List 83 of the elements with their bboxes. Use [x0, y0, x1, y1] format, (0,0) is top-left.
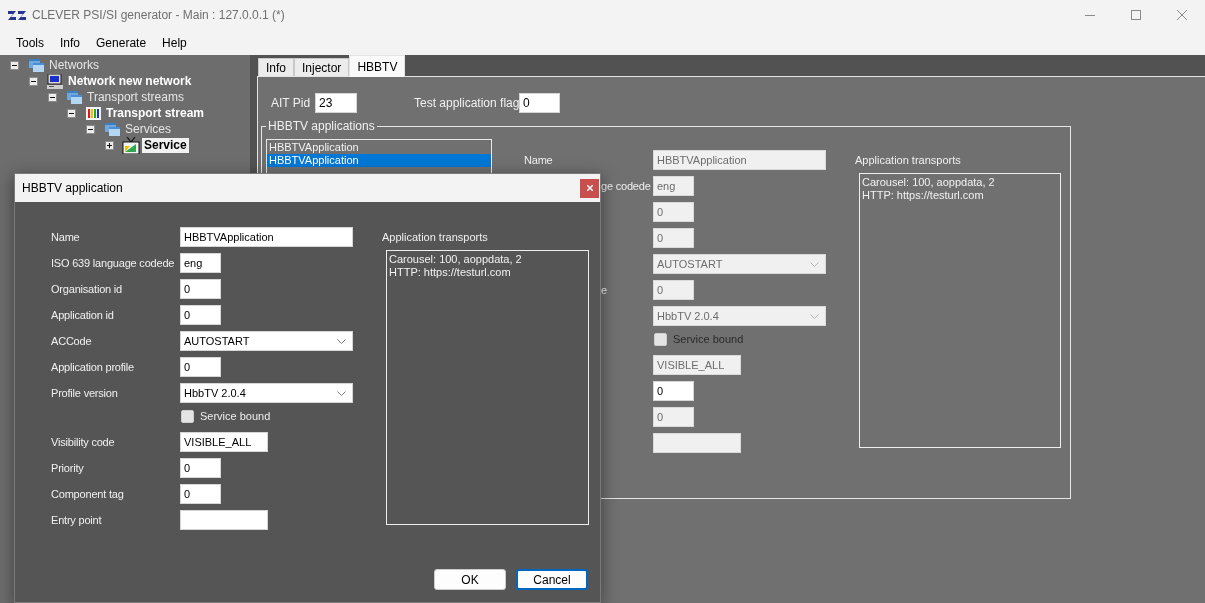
- field-label: Organisation id: [51, 282, 122, 295]
- close-button[interactable]: [580, 178, 599, 198]
- text-field[interactable]: eng: [180, 253, 221, 273]
- chevron-down-icon: [337, 338, 346, 344]
- list-item[interactable]: HTTP: https://testurl.com: [862, 189, 1058, 202]
- menu-item[interactable]: Generate: [88, 31, 155, 54]
- field-label: Entry point: [51, 513, 102, 526]
- tree-item[interactable]: Transport streams: [85, 89, 186, 105]
- checkbox-label: Service bound: [673, 333, 744, 346]
- menu-item[interactable]: Tools: [8, 31, 52, 54]
- chevron-down-icon: [810, 313, 819, 319]
- tree-item[interactable]: Service: [142, 137, 189, 153]
- transports-list[interactable]: Carousel: 100, aoppdata, 2 HTTP: https://testurl.com: [859, 173, 1061, 448]
- field-label: Name: [524, 153, 553, 166]
- text-field[interactable]: 0: [180, 458, 221, 478]
- field-label: Component tag: [51, 487, 124, 500]
- tab[interactable]: HBBTV: [349, 55, 406, 77]
- tab[interactable]: Injector: [294, 58, 350, 76]
- minimize-icon: [1085, 14, 1095, 16]
- minus-box-icon[interactable]: [86, 124, 95, 134]
- dropdown[interactable]: HbbTV 2.0.4: [180, 383, 353, 403]
- window-title: CLEVER PSI/SI generator - Main : 127.0.0.1 (*): [32, 7, 285, 24]
- text-field[interactable]: 0: [180, 305, 221, 325]
- logo-icon: [8, 10, 26, 20]
- chevron-down-icon: [337, 390, 346, 396]
- tree-item[interactable]: Services: [123, 121, 173, 137]
- menu-item[interactable]: Help: [154, 31, 195, 54]
- field-label: Test application flag: [414, 95, 519, 112]
- text-field[interactable]: 23: [315, 93, 357, 113]
- list-item[interactable]: Carousel: 100, aoppdata, 2: [862, 176, 1058, 189]
- field-label: Application profile: [51, 360, 135, 373]
- text-field[interactable]: HBBTVApplication: [180, 227, 353, 247]
- close-icon: [586, 185, 593, 191]
- tree-item[interactable]: Transport stream: [104, 105, 207, 121]
- text-field[interactable]: 0: [653, 381, 694, 401]
- text-field[interactable]: 0: [180, 357, 221, 377]
- text-field[interactable]: 0: [180, 484, 221, 504]
- tab[interactable]: Info: [258, 58, 294, 76]
- group-title: HBBTV applications: [267, 119, 376, 133]
- list-item[interactable]: HTTP: https://testurl.com: [389, 266, 586, 279]
- transports-list[interactable]: Carousel: 100, aoppdata, 2 HTTP: https://testurl.com: [386, 250, 589, 525]
- field-label: ge codede: [601, 179, 651, 192]
- dialog-button[interactable]: Cancel: [516, 569, 588, 590]
- dialog-button[interactable]: OK: [434, 569, 506, 590]
- plus-box-icon[interactable]: [105, 140, 114, 150]
- text-field[interactable]: 0: [180, 279, 221, 299]
- field-label: Application id: [51, 308, 114, 321]
- tree-item[interactable]: Networks: [47, 57, 101, 73]
- checkbox[interactable]: [181, 410, 194, 423]
- field-label: ISO 639 language codede: [51, 256, 175, 269]
- close-icon: [1177, 10, 1187, 20]
- menu-item[interactable]: Info: [52, 31, 89, 54]
- checkbox-label: Service bound: [200, 410, 271, 423]
- tree-item[interactable]: Network new network: [66, 73, 194, 89]
- color-bars-icon: [85, 106, 101, 120]
- field-label: ACCode: [51, 334, 92, 347]
- minus-box-icon[interactable]: [67, 108, 76, 118]
- list-item[interactable]: HBBTVApplication: [267, 154, 491, 167]
- tv-icon: [122, 136, 140, 154]
- maximize-icon: [1131, 10, 1141, 20]
- field-label: Priority: [51, 461, 84, 474]
- transports-label: Application transports: [382, 229, 488, 245]
- stacked-windows-icon: [28, 58, 44, 72]
- computer-icon: [47, 73, 63, 89]
- field-label: Profile version: [51, 386, 118, 399]
- field-label: e: [601, 283, 607, 296]
- stacked-windows-icon: [104, 122, 120, 136]
- chevron-down-icon: [810, 261, 819, 267]
- text-field[interactable]: VISIBLE_ALL: [180, 432, 268, 452]
- list-item[interactable]: Carousel: 100, aoppdata, 2: [389, 253, 586, 266]
- minus-box-icon[interactable]: [48, 92, 57, 102]
- text-field[interactable]: 0: [519, 93, 560, 113]
- minus-box-icon[interactable]: [29, 76, 38, 86]
- stacked-windows-icon: [66, 90, 82, 104]
- minus-box-icon[interactable]: [10, 60, 19, 70]
- dialog-title: HBBTV application: [22, 180, 123, 197]
- transports-label: Application transports: [855, 152, 961, 168]
- dropdown[interactable]: AUTOSTART: [180, 331, 353, 351]
- field-label: AIT Pid: [271, 95, 312, 112]
- text-field[interactable]: [180, 510, 268, 530]
- field-label: Visibility code: [51, 435, 115, 448]
- list-item[interactable]: HBBTVApplication: [267, 141, 491, 154]
- field-label: Name: [51, 230, 80, 243]
